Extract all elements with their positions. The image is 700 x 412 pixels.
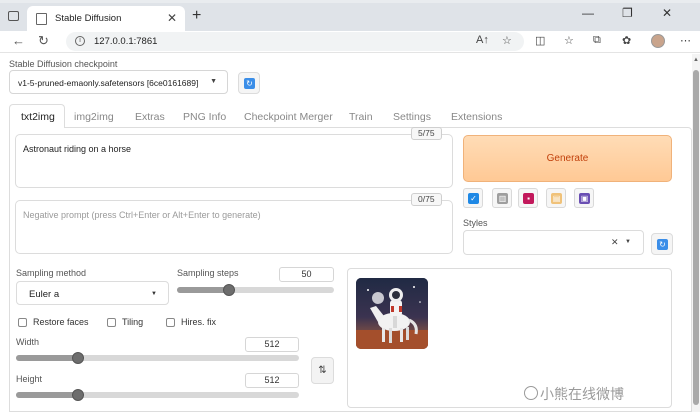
read-aloud-icon[interactable]: A↑ — [476, 34, 489, 46]
restore-button[interactable]: ❐ — [622, 6, 633, 20]
chevron-down-icon: ▼ — [151, 291, 157, 297]
sampling-steps-label: Sampling steps — [177, 268, 239, 278]
checkpoint-select[interactable]: v1-5-pruned-emaonly.safetensors [6ce0161… — [9, 70, 228, 94]
reload-button[interactable]: ↻ — [38, 33, 49, 49]
slider-fill — [16, 392, 79, 398]
generated-image-thumbnail[interactable] — [356, 278, 428, 349]
minimize-button[interactable]: — — [582, 6, 594, 20]
read-params-button[interactable]: ✓ — [463, 188, 483, 208]
sampling-steps-slider[interactable] — [177, 284, 334, 296]
site-info-icon[interactable]: i — [75, 36, 85, 46]
checkpoint-value: v1-5-pruned-emaonly.safetensors [6ce0161… — [18, 78, 199, 88]
weibo-logo-icon — [524, 386, 538, 400]
sampling-method-label: Sampling method — [16, 268, 87, 278]
favorites-icon[interactable]: ☆ — [564, 34, 574, 47]
refresh-checkpoint-button[interactable]: ↻ — [238, 72, 260, 94]
slider-thumb[interactable] — [222, 284, 235, 296]
back-button[interactable]: ← — [12, 33, 25, 48]
save-style-button[interactable]: ▣ — [574, 188, 594, 208]
negative-prompt-placeholder: Negative prompt (press Ctrl+Enter or Alt… — [23, 210, 261, 220]
watermark-text: 小熊在线微博 — [540, 386, 624, 402]
tab-bar-top-line — [0, 0, 700, 3]
tab-txt2img[interactable]: txt2img — [21, 111, 55, 123]
prompt-text: Astronaut riding on a horse — [23, 144, 132, 154]
hires-fix-label: Hires. fix — [181, 317, 217, 327]
negative-prompt-token-counter: 0/75 — [411, 193, 442, 206]
tab-title: Stable Diffusion — [55, 13, 122, 24]
tab-settings[interactable]: Settings — [393, 111, 431, 123]
sampling-method-value: Euler a — [29, 289, 60, 300]
browser-tab[interactable]: Stable Diffusion ✕ — [27, 6, 185, 31]
slider-fill — [16, 355, 79, 361]
clear-styles-icon[interactable]: ✕ — [611, 237, 619, 248]
trash-icon: ▥ — [497, 193, 508, 204]
tab-close-icon[interactable]: ✕ — [167, 11, 177, 25]
tab-png-info[interactable]: PNG Info — [183, 111, 226, 123]
width-label: Width — [16, 337, 40, 347]
width-number[interactable]: 512 — [245, 337, 299, 352]
url-text[interactable]: 127.0.0.1:7861 — [94, 36, 157, 47]
tab-checkpoint-merger[interactable]: Checkpoint Merger — [244, 111, 333, 123]
height-label: Height — [16, 374, 43, 384]
restore-faces-label: Restore faces — [33, 317, 89, 327]
tiling-checkbox[interactable] — [107, 318, 116, 327]
chevron-down-icon: ▼ — [210, 78, 217, 85]
favorite-star-icon[interactable]: ☆ — [502, 34, 512, 47]
close-window-button[interactable]: ✕ — [662, 6, 672, 20]
generate-button[interactable]: Generate — [463, 135, 672, 182]
extra-networks-button[interactable]: ▪ — [518, 188, 538, 208]
tab-extensions[interactable]: Extensions — [451, 111, 502, 123]
sampling-steps-number[interactable]: 50 — [279, 267, 334, 282]
tiling-label: Tiling — [122, 317, 144, 327]
browser-tab-bar: Stable Diffusion ✕ + — ❐ ✕ — [0, 0, 700, 31]
astronaut-horse-image — [356, 278, 428, 349]
extra-networks-icon: ▪ — [523, 193, 534, 204]
tab-actions-icon[interactable] — [8, 11, 19, 21]
negative-prompt-input[interactable]: Negative prompt (press Ctrl+Enter or Alt… — [15, 200, 453, 254]
checkpoint-label: Stable Diffusion checkpoint — [9, 59, 118, 69]
main-tabs: txt2img img2img Extras PNG Info Checkpoi… — [8, 106, 548, 127]
save-style-icon: ▣ — [579, 193, 590, 204]
refresh-icon: ↻ — [244, 78, 255, 89]
scrollbar-thumb[interactable] — [693, 70, 699, 405]
width-slider[interactable] — [16, 352, 299, 364]
height-slider[interactable] — [16, 389, 299, 401]
prompt-input[interactable]: Astronaut riding on a horse — [15, 134, 453, 188]
styles-label: Styles — [463, 218, 488, 228]
refresh-styles-button[interactable]: ↻ — [651, 233, 673, 255]
profile-avatar[interactable] — [651, 34, 665, 48]
swap-dimensions-button[interactable]: ⇅ — [311, 357, 334, 384]
prompt-token-counter: 5/75 — [411, 127, 442, 140]
browser-nav-bar: ← ↻ i 127.0.0.1:7861 A↑ ☆ ◫ ☆ ⧉ ✿ ⋯ — [0, 31, 700, 53]
extensions-icon[interactable]: ✿ — [622, 34, 631, 47]
height-number[interactable]: 512 — [245, 373, 299, 388]
slider-fill — [177, 287, 229, 293]
clear-prompt-button[interactable]: ▥ — [492, 188, 512, 208]
address-bar[interactable]: i 127.0.0.1:7861 A↑ ☆ — [66, 32, 524, 51]
hires-fix-checkbox[interactable] — [166, 318, 175, 327]
scroll-up-icon[interactable]: ▲ — [693, 57, 699, 63]
refresh-icon: ↻ — [657, 239, 668, 250]
styles-select[interactable]: ✕ ▼ — [463, 230, 644, 255]
split-screen-icon[interactable]: ◫ — [535, 34, 545, 47]
sampling-method-select[interactable]: Euler a ▼ — [16, 281, 169, 305]
chevron-down-icon: ▼ — [625, 239, 631, 245]
apply-style-button[interactable]: ▤ — [546, 188, 566, 208]
clipboard-icon: ▤ — [551, 193, 562, 204]
tab-train[interactable]: Train — [349, 111, 373, 123]
restore-faces-checkbox[interactable] — [18, 318, 27, 327]
collections-icon[interactable]: ⧉ — [593, 34, 601, 47]
more-icon[interactable]: ⋯ — [680, 34, 691, 47]
page-favicon-icon — [36, 13, 47, 25]
new-tab-button[interactable]: + — [192, 7, 201, 25]
tab-img2img[interactable]: img2img — [74, 111, 114, 123]
read-params-icon: ✓ — [468, 193, 479, 204]
tab-extras[interactable]: Extras — [135, 111, 165, 123]
